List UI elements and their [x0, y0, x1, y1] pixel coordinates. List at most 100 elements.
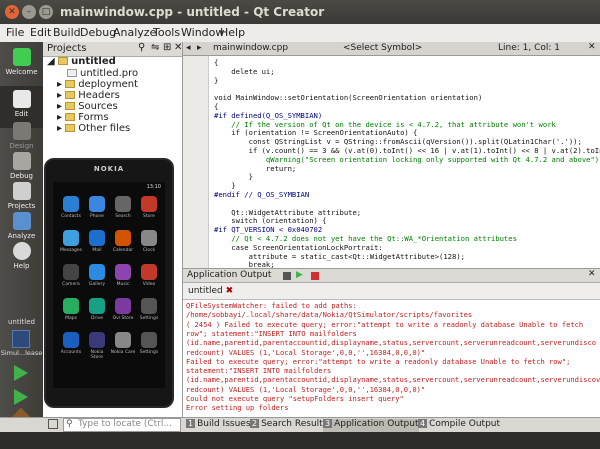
expand-arrow-icon: ▸ — [57, 79, 66, 90]
menu-analyze[interactable]: Analyze — [113, 26, 156, 39]
app-icon[interactable] — [115, 298, 131, 314]
app-icon[interactable] — [89, 196, 105, 212]
app-icon[interactable] — [63, 196, 79, 212]
target-device-icon[interactable] — [12, 330, 30, 348]
minimize-window-icon[interactable]: – — [22, 5, 36, 19]
stop-icon[interactable] — [283, 272, 291, 280]
editor-toolbar: ◂ ▸ mainwindow.cpp <Select Symbol> Line:… — [183, 42, 600, 56]
project-pane-header: Projects ⚲ ⇋ ⊞ ✕ — [43, 42, 182, 57]
output-line: redcount) VALUES (1,'Local Storage',0,0,… — [186, 384, 426, 394]
app-icon[interactable] — [63, 298, 79, 314]
app-icon[interactable] — [115, 264, 131, 280]
debug-run-icon[interactable] — [14, 389, 28, 405]
close-window-icon[interactable]: ✕ — [5, 5, 19, 19]
expand-arrow-icon: ▸ — [57, 101, 66, 112]
tree-item-deployment[interactable]: ▸ deployment — [57, 79, 138, 90]
app-icon[interactable] — [141, 298, 157, 314]
output-line: (id.name,parentid,parentaccountid,displa… — [186, 338, 596, 348]
output-line: redcount) VALUES (1,'Local Storage',0,0,… — [186, 347, 426, 357]
app-icon[interactable] — [89, 264, 105, 280]
close-tab-icon[interactable]: ✖ — [226, 286, 234, 296]
app-icon[interactable] — [115, 230, 131, 246]
nav-forward-icon[interactable]: ▸ — [197, 43, 202, 53]
app-icon[interactable] — [63, 264, 79, 280]
output-line: (id.name,parentid,parentaccountid,displa… — [186, 375, 600, 385]
app-icon[interactable] — [63, 230, 79, 246]
stop-app-icon[interactable] — [311, 272, 319, 280]
app-label: Mail — [92, 248, 102, 253]
close-output-icon[interactable]: ✕ — [588, 269, 596, 279]
menu-help[interactable]: Help — [220, 26, 245, 39]
code-line: #if defined(Q_OS_SYMBIAN) — [214, 110, 323, 120]
app-label: Gallery — [88, 282, 106, 287]
output-line: row"; statement:"INSERT INTO mailfolders — [186, 328, 357, 338]
tab-search-results[interactable]: 2 Search Results — [250, 419, 327, 432]
line-gutter — [183, 56, 209, 268]
menu-window[interactable]: Window — [181, 26, 224, 39]
app-icon[interactable] — [141, 264, 157, 280]
app-icon[interactable] — [141, 230, 157, 246]
phone-screen[interactable]: 13:10 Contacts Phone Search Store Messages Ma… — [53, 182, 165, 388]
app-icon[interactable] — [89, 230, 105, 246]
nav-back-icon[interactable]: ◂ — [186, 43, 191, 53]
tree-item-forms[interactable]: ▸ Forms — [57, 112, 109, 123]
menu-edit[interactable]: Edit — [30, 26, 51, 39]
code-line: } — [214, 172, 253, 182]
mode-selector: Welcome Edit Design Debug Projects Analy… — [0, 42, 43, 432]
close-pane-icon[interactable]: ✕ — [174, 42, 182, 53]
code-line: if (v.count() == 3 && (v.at(0).toInt() <… — [214, 146, 600, 155]
app-icon[interactable] — [141, 332, 157, 348]
tree-item-headers[interactable]: ▸ Headers — [57, 90, 120, 101]
symbol-dropdown[interactable]: <Select Symbol> — [343, 43, 422, 53]
app-icon[interactable] — [89, 332, 105, 348]
mode-welcome[interactable]: Welcome — [0, 44, 43, 86]
code-line: const QStringList v = QString::fromAscii… — [214, 137, 582, 147]
output-line: ( 2454 ) Failed to execute query; error:… — [186, 319, 584, 329]
code-line: #if QT_VERSION < 0x040702 — [214, 225, 323, 235]
expand-arrow-icon: ▸ — [57, 90, 66, 101]
split-icon[interactable]: ⊞ — [163, 42, 171, 53]
menu-tools[interactable]: Tools — [153, 26, 180, 39]
code-line: if (orientation != ScreenOrientationAuto… — [214, 128, 418, 138]
folder-icon — [65, 102, 76, 110]
menu-build[interactable]: Build — [53, 26, 81, 39]
app-label: Store — [143, 214, 155, 219]
run-icon[interactable] — [14, 365, 28, 381]
filter-icon[interactable]: ⚲ — [138, 42, 145, 53]
tree-item-other-files[interactable]: ▸ Other files — [57, 123, 130, 134]
tab-application-output[interactable]: 3 Application Output — [323, 419, 419, 432]
open-file-dropdown[interactable]: mainwindow.cpp — [213, 43, 288, 53]
menu-debug[interactable]: Debug — [80, 26, 116, 39]
app-icon[interactable] — [89, 298, 105, 314]
folder-icon — [65, 91, 76, 99]
target-device-label: Simul...lease — [0, 349, 43, 357]
mode-help[interactable]: Help — [0, 238, 43, 280]
code-editor[interactable]: { delete ui;} void MainWindow::setOrienta… — [183, 56, 600, 268]
app-icon[interactable] — [115, 332, 131, 348]
tab-compile-output[interactable]: 4 Compile Output — [418, 419, 500, 432]
output-line: QFileSystemWatcher: failed to add paths: — [186, 301, 357, 310]
app-icon[interactable] — [63, 332, 79, 348]
locator-input[interactable]: ⚲ Type to locate (Ctrl... — [63, 418, 181, 432]
code-line: // If the version of Qt on the device is… — [214, 119, 556, 129]
close-editor-icon[interactable]: ✕ — [588, 42, 596, 52]
output-pane-title: Application Output — [187, 270, 272, 280]
output-line: Could not execute query "setupFolders in… — [186, 394, 404, 403]
tab-build-issues[interactable]: 1 Build Issues — [186, 419, 251, 432]
link-icon[interactable]: ⇋ — [151, 42, 159, 53]
app-icon[interactable] — [141, 196, 157, 212]
application-output[interactable]: QFileSystemWatcher: failed to add paths:… — [183, 300, 600, 417]
monitor-icon — [12, 212, 31, 230]
code-line: } — [214, 75, 219, 85]
rerun-icon[interactable]: ▶ — [296, 270, 303, 280]
tree-item-pro-file[interactable]: untitled.pro — [67, 68, 138, 79]
app-label: Clock — [142, 248, 156, 253]
output-tab-untitled[interactable]: untitled ✖ — [188, 286, 233, 296]
tree-item-sources[interactable]: ▸ Sources — [57, 101, 118, 112]
tree-item-project[interactable]: ◢ untitled — [47, 56, 116, 67]
app-icon[interactable] — [115, 196, 131, 212]
menu-file[interactable]: File — [6, 26, 24, 39]
output-tabs: untitled ✖ — [183, 283, 600, 300]
maximize-window-icon[interactable]: □ — [39, 5, 53, 19]
sidebar-toggle-icon[interactable] — [48, 419, 58, 429]
